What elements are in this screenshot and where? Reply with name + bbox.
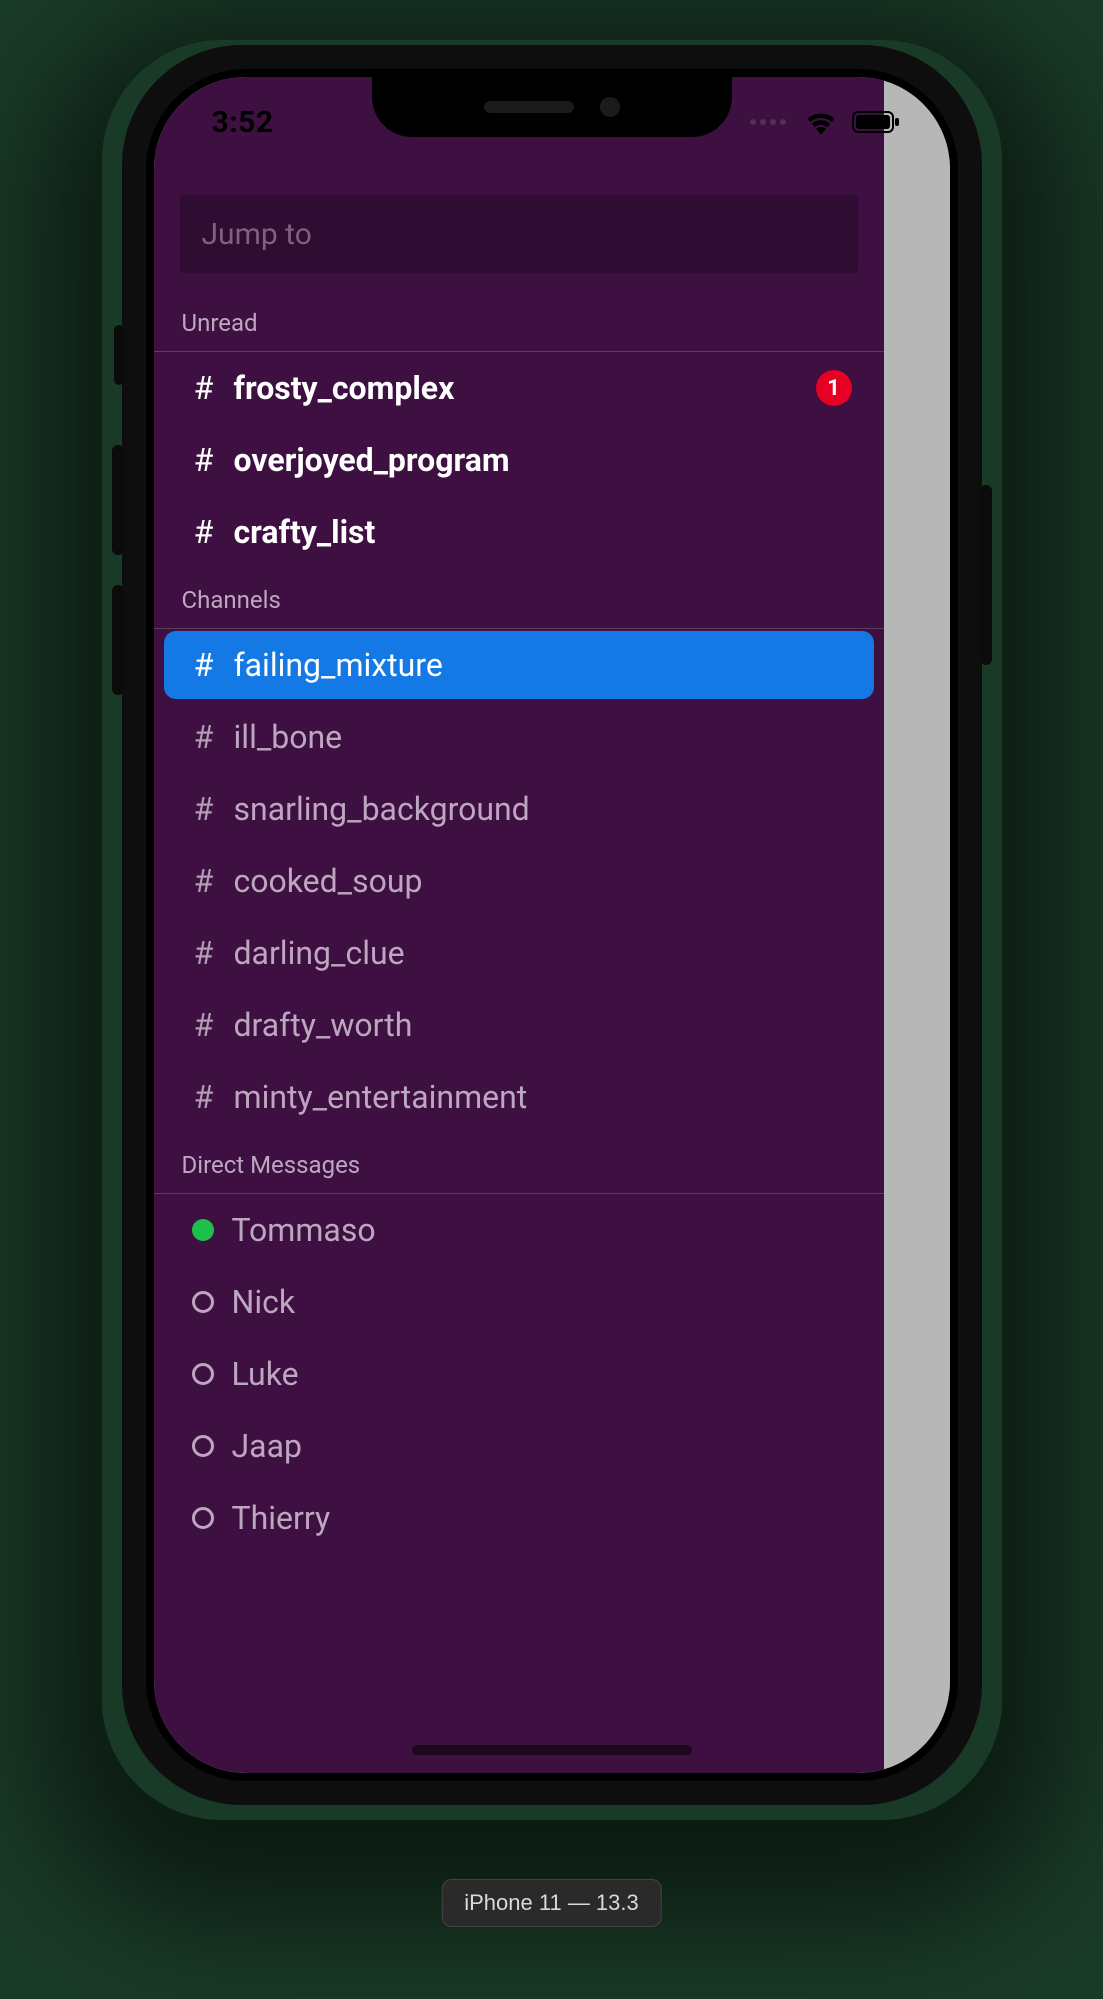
- channel-label: failing_mixture: [234, 646, 443, 684]
- channel-label: ill_bone: [234, 718, 343, 756]
- wifi-icon: [804, 109, 838, 135]
- channel-label: drafty_worth: [234, 1006, 413, 1044]
- device-label-chip: iPhone 11 — 13.3: [441, 1879, 662, 1927]
- volume-down-button[interactable]: [112, 585, 124, 695]
- dm-thierry[interactable]: Thierry: [164, 1484, 874, 1552]
- hash-icon: #: [192, 441, 216, 479]
- hash-icon: #: [192, 934, 216, 972]
- channel-snarling-background[interactable]: # snarling_background: [164, 775, 874, 843]
- channel-label: overjoyed_program: [234, 441, 510, 479]
- front-camera-icon: [600, 97, 620, 117]
- battery-icon: [852, 110, 900, 134]
- channel-label: snarling_background: [234, 790, 530, 828]
- status-time: 3:52: [198, 105, 274, 140]
- section-header-channels: Channels: [154, 568, 884, 629]
- dm-nick[interactable]: Nick: [164, 1268, 874, 1336]
- channel-label: minty_entertainment: [234, 1078, 528, 1116]
- dm-label: Thierry: [232, 1499, 331, 1537]
- channel-minty-entertainment[interactable]: # minty_entertainment: [164, 1063, 874, 1131]
- presence-offline-icon: [192, 1507, 214, 1529]
- channel-darling-clue[interactable]: # darling_clue: [164, 919, 874, 987]
- speaker-icon: [484, 101, 574, 113]
- dm-label: Nick: [232, 1283, 296, 1321]
- channel-crafty-list[interactable]: # crafty_list: [164, 498, 874, 566]
- hash-icon: #: [192, 718, 216, 756]
- channel-label: darling_clue: [234, 934, 405, 972]
- dm-jaap[interactable]: Jaap: [164, 1412, 874, 1480]
- channels-list: # failing_mixture # ill_bone # snarling_…: [154, 629, 884, 1133]
- hash-icon: #: [192, 513, 216, 551]
- hash-icon: #: [192, 369, 216, 407]
- dm-label: Tommaso: [232, 1211, 376, 1249]
- presence-online-icon: [192, 1219, 214, 1241]
- channel-overjoyed-program[interactable]: # overjoyed_program: [164, 426, 874, 494]
- unread-list: # frosty_complex 1 # overjoyed_program #…: [154, 352, 884, 568]
- section-header-unread: Unread: [154, 291, 884, 352]
- jump-to-placeholder: Jump to: [202, 217, 312, 252]
- channel-cooked-soup[interactable]: # cooked_soup: [164, 847, 874, 915]
- unread-badge: 1: [816, 370, 852, 406]
- main-content-pane[interactable]: [884, 77, 950, 1773]
- channel-label: frosty_complex: [234, 369, 455, 407]
- hash-icon: #: [192, 1006, 216, 1044]
- dm-luke[interactable]: Luke: [164, 1340, 874, 1408]
- presence-offline-icon: [192, 1363, 214, 1385]
- volume-up-button[interactable]: [112, 445, 124, 555]
- device-frame: Jump to Unread # frosty_complex 1 #: [122, 45, 982, 1805]
- dm-tommaso[interactable]: Tommaso: [164, 1196, 874, 1264]
- jump-to-input[interactable]: Jump to: [180, 195, 858, 273]
- dm-label: Luke: [232, 1355, 299, 1393]
- power-button[interactable]: [980, 485, 992, 665]
- device-notch: [372, 77, 732, 137]
- mute-switch[interactable]: [114, 325, 124, 385]
- presence-offline-icon: [192, 1435, 214, 1457]
- channel-drafty-worth[interactable]: # drafty_worth: [164, 991, 874, 1059]
- channel-ill-bone[interactable]: # ill_bone: [164, 703, 874, 771]
- hash-icon: #: [192, 862, 216, 900]
- channel-failing-mixture[interactable]: # failing_mixture: [164, 631, 874, 699]
- dm-list: Tommaso Nick Luke: [154, 1194, 884, 1554]
- screen: Jump to Unread # frosty_complex 1 #: [154, 77, 950, 1773]
- hash-icon: #: [192, 646, 216, 684]
- dm-label: Jaap: [232, 1427, 302, 1465]
- workspace-sidebar: Jump to Unread # frosty_complex 1 #: [154, 77, 884, 1773]
- channel-label: cooked_soup: [234, 862, 423, 900]
- cellular-dots-icon: [750, 119, 786, 125]
- section-header-dms: Direct Messages: [154, 1133, 884, 1194]
- hash-icon: #: [192, 1078, 216, 1116]
- presence-offline-icon: [192, 1291, 214, 1313]
- channel-label: crafty_list: [234, 513, 376, 551]
- hash-icon: #: [192, 790, 216, 828]
- channel-frosty-complex[interactable]: # frosty_complex 1: [164, 354, 874, 422]
- home-indicator[interactable]: [412, 1745, 692, 1755]
